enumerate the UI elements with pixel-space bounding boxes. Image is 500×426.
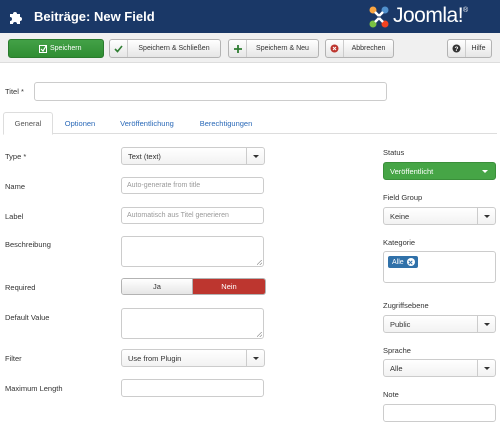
tab-permissions[interactable]: Berechtigungen (189, 112, 263, 134)
category-chip-label: Alle (392, 258, 404, 266)
status-label: Status (383, 148, 405, 157)
tab-options[interactable]: Optionen (55, 112, 105, 134)
check-icon (110, 40, 128, 57)
default-value-label: Default Value (5, 313, 50, 322)
language-value: Alle (390, 363, 403, 373)
status-select[interactable]: Veröffentlicht (383, 162, 496, 180)
puzzle-icon (10, 12, 22, 24)
joomla-logo-text: Joomla!® (393, 4, 468, 27)
chevron-down-icon (477, 316, 495, 332)
access-value: Public (390, 319, 411, 329)
title-input[interactable] (34, 82, 387, 101)
field-group-select[interactable]: Keine (383, 207, 496, 225)
filter-value: Use from Plugin (128, 353, 182, 363)
help-label: Hilfe (471, 45, 486, 52)
note-label: Note (383, 390, 399, 399)
save-close-label: Speichern & Schließen (138, 45, 210, 52)
title-label: Titel * (5, 87, 24, 96)
required-toggle: Ja Nein (121, 278, 266, 295)
question-icon: ? (448, 40, 466, 57)
description-textarea[interactable] (121, 236, 264, 267)
help-button[interactable]: ? Hilfe (447, 39, 492, 58)
name-label: Name (5, 182, 26, 191)
save-close-button[interactable]: Speichern & Schließen (109, 39, 221, 58)
language-label: Sprache (383, 346, 411, 355)
svg-text:?: ? (455, 46, 459, 53)
type-select[interactable]: Text (text) (121, 147, 265, 165)
required-yes-button[interactable]: Ja (122, 279, 193, 294)
remove-icon[interactable] (406, 258, 415, 266)
category-multiselect[interactable]: Alle (383, 251, 496, 283)
label-label: Label (5, 212, 24, 221)
tab-bar: General Optionen Veröffentlichung Berech… (3, 112, 497, 135)
required-label: Required (5, 283, 36, 292)
joomla-logo-icon (369, 6, 389, 28)
type-value: Text (text) (128, 151, 161, 161)
label-placeholder: Automatisch aus Titel generieren (127, 212, 229, 219)
label-input[interactable]: Automatisch aus Titel generieren (121, 207, 264, 224)
filter-label: Filter (5, 354, 22, 363)
name-input[interactable]: Auto-generate from title (121, 177, 264, 194)
chevron-down-icon (482, 170, 488, 173)
cancel-label: Abbrechen (351, 45, 386, 52)
default-value-textarea[interactable] (121, 308, 264, 339)
save-new-button[interactable]: Speichern & Neu (228, 39, 319, 58)
save-button[interactable]: Speichern (8, 39, 104, 58)
access-label: Zugriffsebene (383, 301, 429, 310)
field-group-label: Field Group (383, 193, 423, 202)
required-no-button[interactable]: Nein (193, 279, 265, 294)
name-placeholder: Auto-generate from title (127, 182, 201, 189)
save-new-label: Speichern & Neu (256, 45, 309, 52)
chevron-down-icon (246, 350, 264, 366)
chevron-down-icon (477, 360, 495, 376)
filter-select[interactable]: Use from Plugin (121, 349, 265, 367)
category-chip: Alle (388, 256, 418, 268)
max-length-label: Maximum Length (5, 384, 63, 393)
field-group-value: Keine (390, 211, 410, 221)
type-label: Type * (5, 152, 27, 161)
save-label: Speichern (50, 45, 82, 52)
language-select[interactable]: Alle (383, 359, 496, 377)
status-value: Veröffentlicht (390, 166, 434, 176)
plus-icon (229, 40, 247, 57)
chevron-down-icon (246, 148, 264, 164)
cancel-icon (326, 40, 344, 57)
access-select[interactable]: Public (383, 315, 496, 333)
tab-general[interactable]: General (3, 112, 53, 135)
max-length-input[interactable] (121, 379, 264, 397)
toolbar: Speichern Speichern & Schließen Speicher… (0, 33, 500, 63)
note-input[interactable] (383, 404, 496, 422)
page-title: Beiträge: New Field (34, 9, 155, 24)
joomla-logo: Joomla!® (368, 4, 494, 30)
chevron-down-icon (477, 208, 495, 224)
tab-publishing[interactable]: Veröffentlichung (107, 112, 187, 134)
description-label: Beschreibung (5, 240, 51, 249)
category-label: Kategorie (383, 238, 416, 247)
save-icon (39, 40, 47, 57)
page-header: Beiträge: New Field Joomla!® (0, 0, 500, 33)
cancel-button[interactable]: Abbrechen (325, 39, 394, 58)
trademark-mark: ® (463, 7, 468, 14)
